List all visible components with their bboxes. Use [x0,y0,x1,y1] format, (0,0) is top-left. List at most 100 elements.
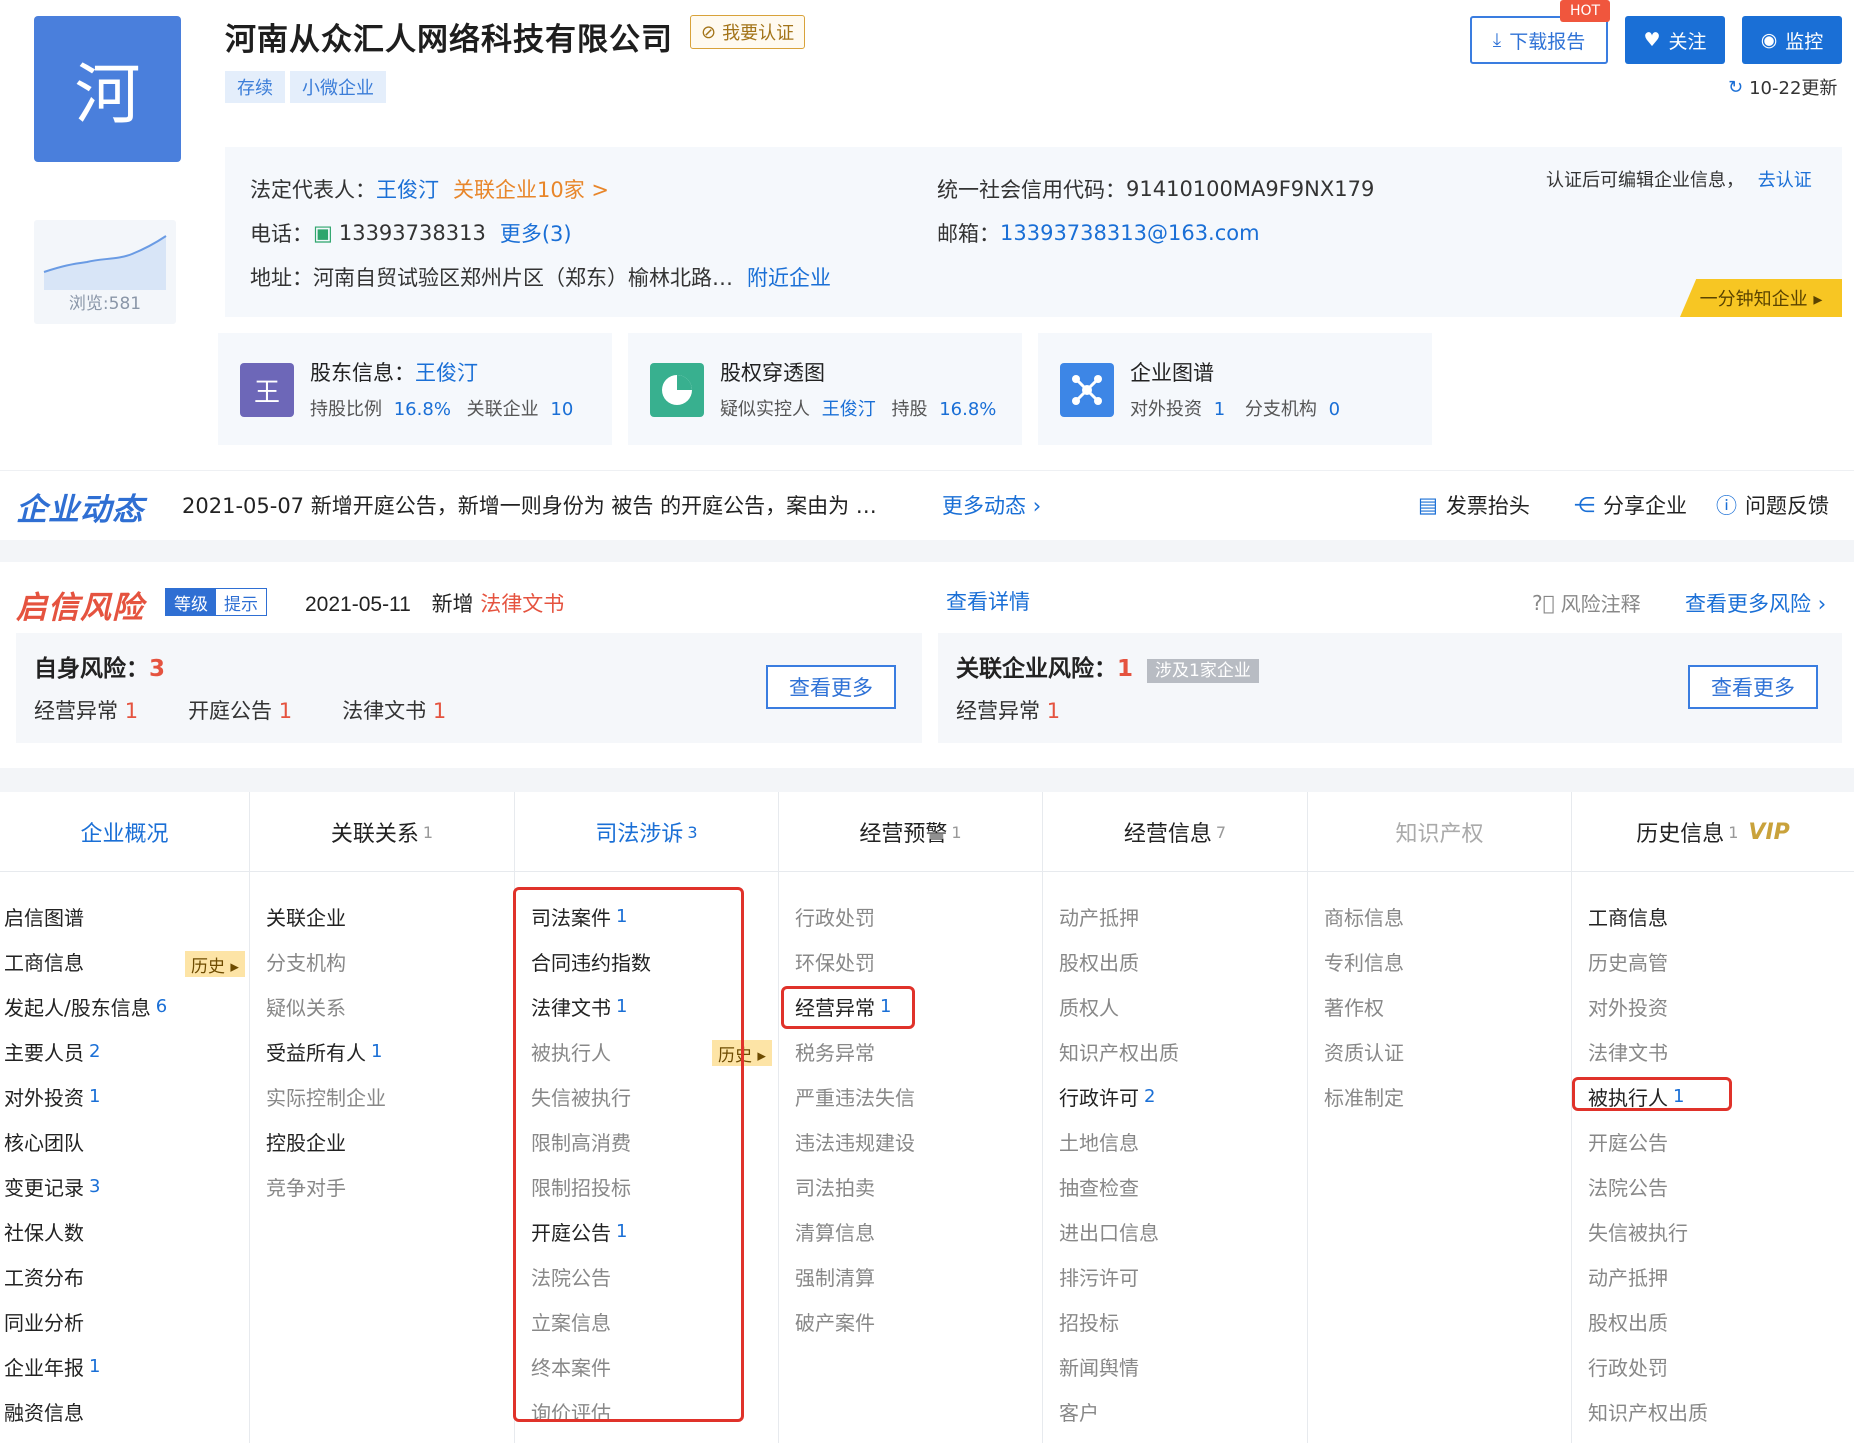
phone-more-link[interactable]: 更多(3) [500,218,572,248]
menu-item[interactable]: 新闻舆情 [1059,1344,1139,1389]
follow-button[interactable]: ♥ 关注 [1625,16,1725,64]
menu-item[interactable]: 企业年报 1 [4,1344,100,1389]
menu-item[interactable]: 动产抵押 [1588,1254,1668,1299]
related-companies-link[interactable]: 关联企业10家 > [453,174,609,204]
menu-item[interactable]: 行政处罚 [795,894,875,939]
menu-item[interactable]: 排污许可 [1059,1254,1139,1299]
shareholder-sub: 持股比例 16.8% 关联企业 10 [310,395,573,421]
menu-item[interactable]: 招投标 [1059,1299,1119,1344]
tab-ip[interactable]: 知识产权 [1308,792,1572,872]
menu-item[interactable]: 对外投资 1 [4,1074,100,1119]
menu-item[interactable]: 环保处罚 [795,939,875,984]
branch-value[interactable]: 0 [1329,399,1340,420]
menu-item[interactable]: 开庭公告 [1588,1119,1668,1164]
related-risk-more-button[interactable]: 查看更多 [1688,665,1818,709]
tab-judicial[interactable]: 司法涉诉 3 [515,792,779,872]
menu-item[interactable]: 失信被执行 [1588,1209,1688,1254]
invoice-title-button[interactable]: ▤ 发票抬头 [1418,490,1530,520]
tab-history[interactable]: 历史信息 1 VIP [1572,792,1854,872]
verify-button[interactable]: ⊘ 我要认证 [690,15,806,49]
menu-item[interactable]: 行政处罚 [1588,1344,1668,1389]
menu-item[interactable]: 关联企业 [266,894,346,939]
legal-rep-link[interactable]: 王俊汀 [376,174,439,204]
tab-operation-warning[interactable]: 经营预警 1 [779,792,1043,872]
menu-item[interactable]: 严重违法失信 [795,1074,915,1119]
menu-item[interactable]: 主要人员 2 [4,1029,100,1074]
menu-item[interactable]: 控股企业 [266,1119,346,1164]
menu-item[interactable]: 商标信息 [1324,894,1404,939]
menu-item[interactable]: 股权出质 [1059,939,1139,984]
equity-chart-card[interactable]: 股权穿透图 疑似实控人 王俊汀 持股 16.8% [628,333,1022,445]
self-risk-item[interactable]: 开庭公告 1 [188,695,292,725]
menu-item[interactable]: 资质认证 [1324,1029,1404,1074]
quick-know-button[interactable]: 一分钟知企业 ▸ [1680,279,1842,317]
controller-link[interactable]: 王俊汀 [822,399,876,420]
shareholder-link[interactable]: 王俊汀 [415,361,478,385]
shareholder-card[interactable]: 王 股东信息：王俊汀 持股比例 16.8% 关联企业 10 [218,333,612,445]
menu-item[interactable]: 竞争对手 [266,1164,346,1209]
menu-item[interactable]: 违法违规建设 [795,1119,915,1164]
menu-item[interactable]: 著作权 [1324,984,1384,1029]
nearby-companies-link[interactable]: 附近企业 [747,262,831,292]
menu-item[interactable]: 工资分布 [4,1254,84,1299]
menu-item[interactable]: 股权出质 [1588,1299,1668,1344]
download-report-button[interactable]: ⤓ 下载报告 [1470,16,1608,64]
menu-item[interactable]: 行政许可 2 [1059,1074,1155,1119]
menu-item[interactable]: 专利信息 [1324,939,1404,984]
tab-relations[interactable]: 关联关系 1 [250,792,515,872]
menu-item[interactable]: 客户 [1059,1389,1099,1434]
tab-operation-info[interactable]: 经营信息 7 [1043,792,1308,872]
menu-item[interactable]: 标准制定 [1324,1074,1404,1119]
enterprise-graph-card[interactable]: 企业图谱 对外投资 1 分支机构 0 [1038,333,1432,445]
menu-item[interactable]: 税务异常 [795,1029,875,1074]
self-risk-item[interactable]: 经营异常 1 [34,695,138,725]
menu-item[interactable]: 对外投资 [1588,984,1668,1029]
menu-item[interactable]: 分支机构 [266,939,346,984]
menu-item[interactable]: 工商信息 [4,939,84,984]
menu-item[interactable]: 核心团队 [4,1119,84,1164]
menu-item[interactable]: 破产案件 [795,1299,875,1344]
menu-item[interactable]: 进出口信息 [1059,1209,1159,1254]
menu-item[interactable]: 历史高管 [1588,939,1668,984]
menu-item[interactable]: 清算信息 [795,1209,875,1254]
cert-link[interactable]: 去认证 [1758,170,1812,191]
menu-item[interactable]: 工商信息 [1588,894,1668,939]
share-company-button[interactable]: ⋲ 分享企业 [1574,490,1687,520]
menu-item[interactable]: 质权人 [1059,984,1119,1029]
email-link[interactable]: 13393738313@163.com [1000,221,1260,245]
more-risk-link[interactable]: 查看更多风险 › [1685,588,1826,618]
menu-item[interactable]: 发起人/股东信息 6 [4,984,167,1029]
menu-item[interactable]: 融资信息 [4,1389,84,1434]
menu-item[interactable]: 动产抵押 [1059,894,1139,939]
menu-item[interactable]: 启信图谱 [4,894,84,939]
menu-item[interactable]: 社保人数 [4,1209,84,1254]
related-risk-item[interactable]: 经营异常 1 [956,695,1060,725]
menu-item[interactable]: 土地信息 [1059,1119,1139,1164]
menu-item[interactable]: 同业分析 [4,1299,84,1344]
self-risk-item[interactable]: 法律文书 1 [342,695,446,725]
menu-item[interactable]: 法院公告 [1588,1164,1668,1209]
menu-item[interactable]: 司法拍卖 [795,1164,875,1209]
risk-note-button[interactable]: ?⃝ 风险注释 [1532,588,1641,617]
self-risk-more-button[interactable]: 查看更多 [766,665,896,709]
menu-item[interactable]: 变更记录 3 [4,1164,100,1209]
menu-item[interactable]: 法律文书 [1588,1029,1668,1074]
menu-item[interactable]: 强制清算 [795,1254,875,1299]
risk-detail-link[interactable]: 查看详情 [946,586,1030,616]
menu-item[interactable]: 抽查检查 [1059,1164,1139,1209]
risk-news-link[interactable]: 法律文书 [480,592,564,616]
related-count-value[interactable]: 10 [550,399,573,420]
tab-overview[interactable]: 企业概况 [0,792,250,872]
menu-item[interactable]: 实际控制企业 [266,1074,386,1119]
monitor-button[interactable]: ◉ 监控 [1742,16,1842,64]
update-status[interactable]: ↻ 10-22更新 [1728,74,1837,100]
history-badge[interactable]: 历史 ▸ [185,951,245,977]
menu-item[interactable]: 疑似关系 [266,984,346,1029]
feedback-button[interactable]: ⓘ 问题反馈 [1716,490,1829,520]
menu-item[interactable]: 知识产权出质 [1588,1389,1708,1434]
investment-value[interactable]: 1 [1214,399,1225,420]
menu-item[interactable]: 受益所有人 1 [266,1029,382,1074]
more-dynamics-link[interactable]: 更多动态 › [942,490,1041,520]
menu-item[interactable]: 知识产权出质 [1059,1029,1179,1074]
dynamics-text[interactable]: 2021-05-07 新增开庭公告，新增一则身份为 被告 的开庭公告，案由为 … [182,490,877,520]
